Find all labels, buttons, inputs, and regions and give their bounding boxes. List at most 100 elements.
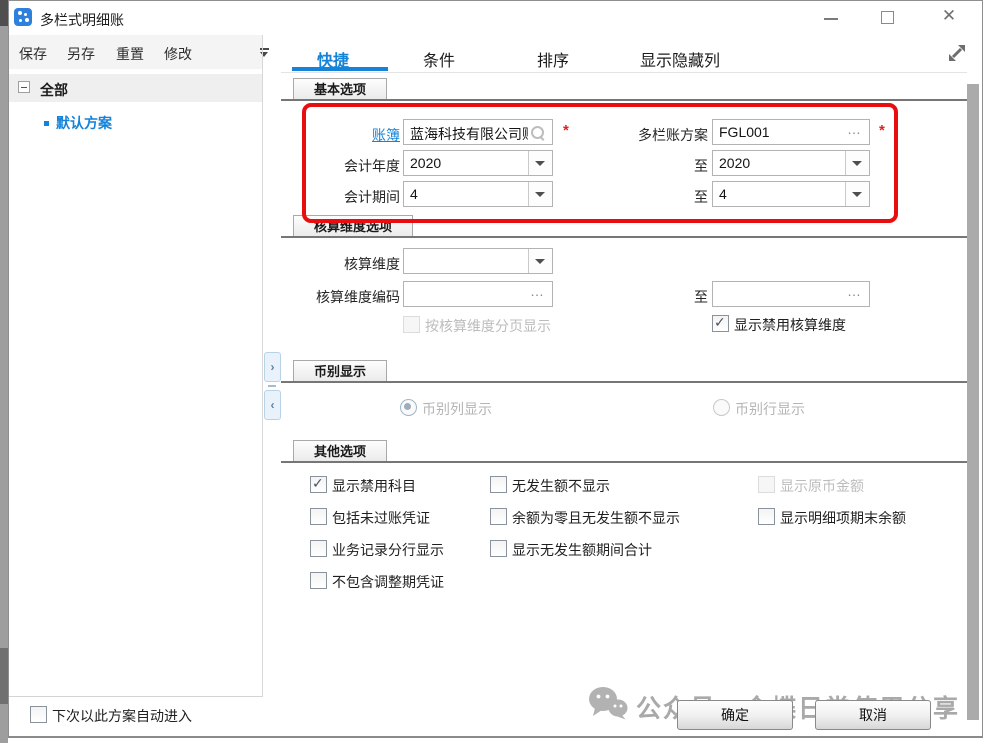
section-line-other — [281, 461, 967, 463]
period-from-select[interactable]: 4 — [403, 181, 553, 207]
checkbox-label: 显示无发生额期间合计 — [512, 540, 652, 560]
splitter-expand-button[interactable]: › — [264, 352, 281, 382]
dimension-label: 核算维度 — [285, 254, 400, 274]
dimension-code-from-input[interactable]: … — [403, 281, 553, 307]
section-line-dimension — [281, 236, 967, 238]
tree-bottom-border — [9, 696, 262, 697]
chevron-down-icon[interactable] — [845, 151, 869, 175]
close-button[interactable]: ✕ — [938, 5, 960, 27]
section-line-currency — [281, 381, 967, 383]
background-window-edge-thumb — [0, 648, 8, 704]
splitter-handle[interactable] — [268, 385, 276, 387]
search-icon[interactable] — [531, 126, 544, 139]
scheme-input[interactable]: FGL001 … — [712, 119, 870, 145]
ledger-input[interactable]: 蓝海科技有限公司账簿 — [403, 119, 553, 145]
period-to-select[interactable]: 4 — [712, 181, 870, 207]
chevron-down-icon[interactable] — [845, 182, 869, 206]
to-label: 至 — [650, 287, 708, 307]
checkbox-label: 显示禁用科目 — [332, 476, 416, 496]
chevron-down-icon[interactable] — [528, 151, 552, 175]
tab-show-hide-columns[interactable]: 显示隐藏列 — [640, 47, 720, 71]
minimize-button[interactable] — [824, 18, 838, 20]
checkbox-label: 按核算维度分页显示 — [425, 316, 551, 336]
radio-icon — [713, 399, 730, 416]
checkbox-icon — [490, 540, 507, 557]
cancel-button[interactable]: 取消 — [815, 700, 931, 730]
checkbox-label: 下次以此方案自动进入 — [52, 706, 192, 726]
to-label: 至 — [650, 156, 708, 176]
background-window-edge-top-dark — [0, 0, 8, 26]
checkbox-icon — [490, 476, 507, 493]
tree-bullet-icon — [44, 121, 49, 126]
required-marker: * — [879, 122, 885, 139]
checkbox-icon — [758, 476, 775, 493]
panel-divider — [262, 35, 263, 697]
checkbox-label: 不包含调整期凭证 — [332, 572, 444, 592]
period-to-value: 4 — [719, 186, 845, 202]
checkbox-icon — [712, 315, 729, 332]
splitter-collapse-button[interactable]: ‹ — [264, 390, 281, 420]
scheme-value: FGL001 — [719, 124, 845, 140]
checkbox-label: 显示禁用核算维度 — [734, 315, 846, 335]
section-header-other: 其他选项 — [293, 440, 387, 462]
fiscal-year-to-value: 2020 — [719, 155, 845, 171]
tree-item-default-plan[interactable]: 默认方案 — [56, 113, 112, 133]
dimension-code-to-input[interactable]: … — [712, 281, 870, 307]
ledger-link-label[interactable]: 账簿 — [285, 125, 400, 145]
window-title: 多栏式明细账 — [40, 10, 124, 30]
dimension-code-label: 核算维度编码 — [280, 287, 400, 307]
scheme-label: 多栏账方案 — [598, 125, 708, 145]
tabs-divider — [281, 72, 967, 73]
tab-sort[interactable]: 排序 — [537, 47, 569, 71]
tree-root-label[interactable]: 全部 — [40, 80, 68, 100]
checkbox-label: 显示明细项期末余额 — [780, 508, 906, 528]
checkbox-icon — [403, 316, 420, 333]
checkbox-icon — [310, 508, 327, 525]
radio-label: 币别列显示 — [422, 399, 492, 419]
ok-button[interactable]: 确定 — [677, 700, 793, 730]
fiscal-year-to-select[interactable]: 2020 — [712, 150, 870, 176]
section-header-currency: 币别显示 — [293, 360, 387, 382]
section-header-dimension: 核算维度选项 — [293, 215, 413, 237]
reset-button[interactable]: 重置 — [116, 44, 144, 64]
checkbox-label: 业务记录分行显示 — [332, 540, 444, 560]
scrollbar[interactable] — [967, 84, 979, 720]
background-window-edge-left — [0, 0, 8, 743]
checkbox-label: 无发生额不显示 — [512, 476, 610, 496]
save-as-button[interactable]: 另存 — [67, 44, 95, 64]
checkbox-label: 包括未过账凭证 — [332, 508, 430, 528]
ellipsis-icon[interactable]: … — [847, 283, 862, 299]
fiscal-year-from-value: 2020 — [410, 155, 528, 171]
active-tab-underline — [292, 67, 388, 71]
ellipsis-icon[interactable]: … — [530, 283, 545, 299]
period-from-value: 4 — [410, 186, 528, 202]
radio-icon — [400, 399, 417, 416]
tab-condition[interactable]: 条件 — [423, 47, 455, 71]
section-line-basic — [281, 99, 967, 101]
dimension-select[interactable] — [403, 248, 553, 274]
toolbar: 保存 另存 重置 修改 — [9, 35, 262, 69]
checkbox-icon — [490, 508, 507, 525]
checkbox-icon — [30, 706, 47, 723]
period-label: 会计期间 — [285, 187, 400, 207]
checkbox-label: 余额为零且无发生额不显示 — [512, 508, 680, 528]
checkbox-icon — [310, 476, 327, 493]
expand-icon[interactable] — [948, 44, 966, 62]
chevron-down-icon[interactable] — [528, 182, 552, 206]
modify-button[interactable]: 修改 — [164, 44, 192, 64]
fiscal-year-from-select[interactable]: 2020 — [403, 150, 553, 176]
dialog-window — [8, 0, 983, 738]
window-bottom-border — [8, 736, 983, 738]
tree-collapse-icon[interactable] — [18, 81, 30, 93]
checkbox-icon — [758, 508, 775, 525]
ellipsis-icon[interactable]: … — [847, 121, 862, 137]
maximize-button[interactable] — [881, 11, 894, 24]
checkbox-label: 显示原币金额 — [780, 476, 864, 496]
radio-label: 币别行显示 — [735, 399, 805, 419]
save-button[interactable]: 保存 — [19, 44, 47, 64]
chevron-down-icon[interactable] — [528, 249, 552, 273]
to-label: 至 — [650, 187, 708, 207]
section-header-basic: 基本选项 — [293, 78, 387, 100]
required-marker: * — [563, 122, 569, 139]
ledger-value: 蓝海科技有限公司账簿 — [410, 124, 528, 144]
